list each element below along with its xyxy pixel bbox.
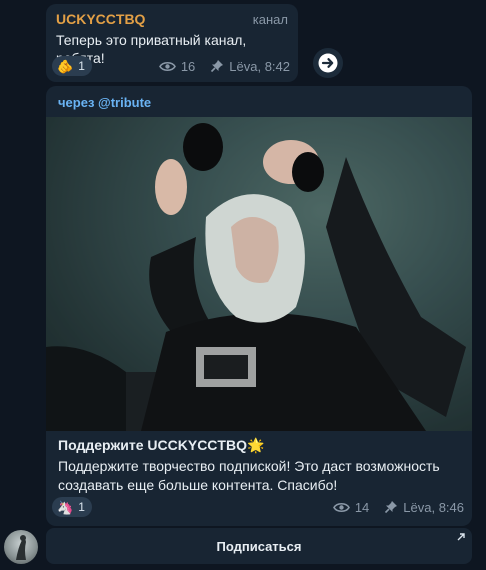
forward-arrow-icon (318, 53, 338, 73)
reaction-count: 1 (78, 500, 85, 514)
message-meta: 16 Lëva, 8:42 (158, 58, 290, 74)
external-arrow-icon (457, 533, 465, 541)
reaction-count: 1 (78, 59, 85, 73)
reaction-chip[interactable]: 🫵 1 (52, 56, 92, 76)
photo-illustration (46, 117, 472, 431)
views-eye-icon (158, 61, 176, 71)
avatar-image (16, 535, 26, 560)
pin-icon (385, 501, 398, 514)
message-meta: 14 Lëva, 8:46 (332, 499, 464, 515)
via-bot-link[interactable]: через @tribute (58, 95, 151, 110)
subscribe-label: Подписаться (216, 538, 302, 554)
chat-window: UCKYCCTBQ канал Теперь это приватный кан… (0, 0, 486, 570)
support-title: Поддержите UCCKYCCTBQ🌟 (58, 437, 265, 453)
support-description: Поддержите творчество подпиской! Это дас… (58, 458, 440, 493)
message-time: Lëva, 8:46 (403, 499, 464, 515)
reaction-emoji: 🫵 (57, 58, 74, 74)
message-time: Lëva, 8:42 (229, 58, 290, 74)
avatar[interactable] (4, 530, 38, 564)
message-bubble[interactable]: через @tribute Поддержите UCCKYCCTBQ🌟 По… (46, 86, 472, 526)
subscribe-button[interactable]: Подписаться (46, 528, 472, 564)
reaction-emoji: 🦄 (57, 499, 74, 515)
channel-tag: канал (252, 12, 288, 27)
pin-icon (211, 60, 224, 73)
forward-button[interactable] (313, 48, 343, 78)
reaction-chip[interactable]: 🦄 1 (52, 497, 92, 517)
message-photo[interactable] (46, 117, 472, 431)
sender-name[interactable]: UCKYCCTBQ (56, 11, 145, 27)
views-count: 16 (180, 58, 196, 74)
message-bubble[interactable]: UCKYCCTBQ канал Теперь это приватный кан… (46, 4, 298, 82)
views-count: 14 (354, 499, 370, 515)
views-eye-icon (332, 502, 350, 512)
